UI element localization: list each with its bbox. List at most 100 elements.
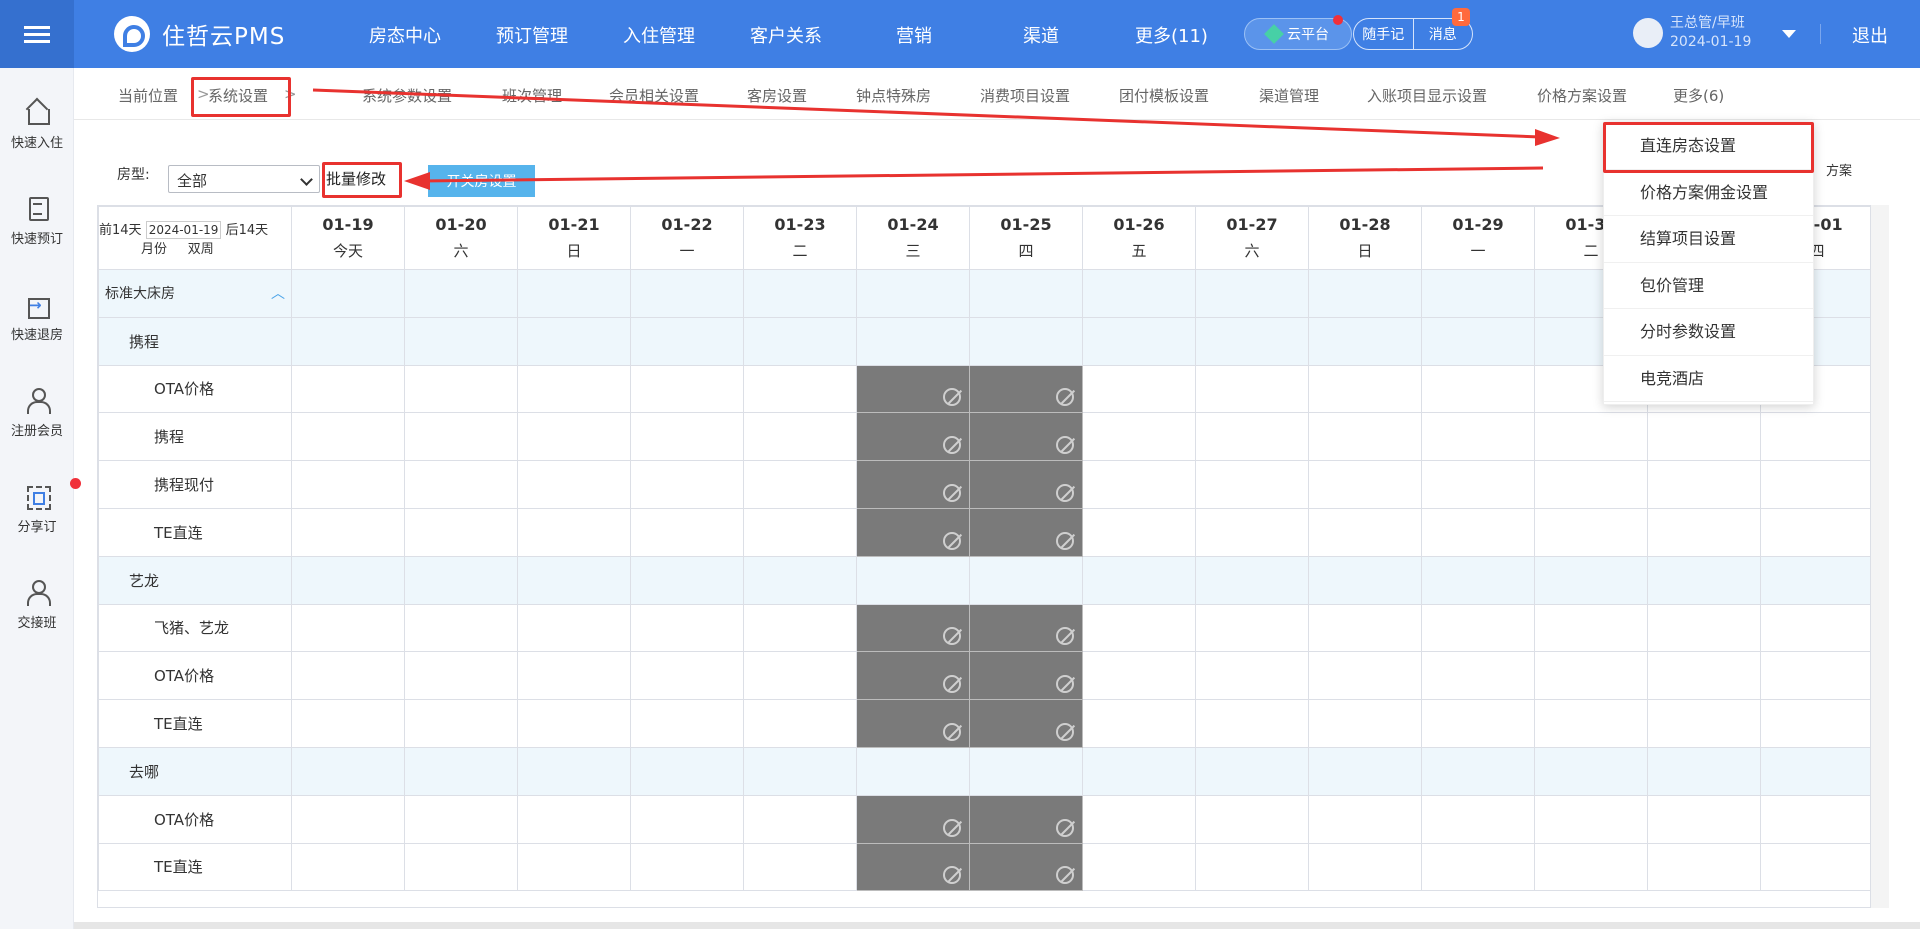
grid-cell[interactable] xyxy=(1760,842,1870,892)
nav-channel[interactable]: 渠道 xyxy=(1023,22,1059,48)
grid-cell[interactable] xyxy=(1647,412,1761,462)
grid-cell[interactable] xyxy=(969,746,1083,796)
blocked-cell[interactable] xyxy=(969,364,1083,414)
grid-cell[interactable] xyxy=(630,603,744,653)
grid-cell[interactable] xyxy=(1195,842,1309,892)
blocked-cell[interactable] xyxy=(969,794,1083,844)
grid-cell[interactable] xyxy=(743,651,857,701)
grid-cell[interactable] xyxy=(1760,603,1870,653)
grid-cell[interactable] xyxy=(1082,651,1196,701)
grid-cell[interactable] xyxy=(1308,507,1422,557)
subnav-consume[interactable]: 消费项目设置 xyxy=(980,85,1070,106)
grid-cell[interactable] xyxy=(1308,316,1422,366)
grid-cell[interactable] xyxy=(1195,364,1309,414)
grid-cell[interactable] xyxy=(517,842,631,892)
subnav-channel[interactable]: 渠道管理 xyxy=(1259,85,1319,106)
grid-cell[interactable] xyxy=(1647,460,1761,509)
grid-cell[interactable] xyxy=(743,699,857,748)
blocked-cell[interactable] xyxy=(856,842,970,892)
grid-cell[interactable] xyxy=(1534,651,1648,701)
grid-cell[interactable] xyxy=(743,364,857,414)
grid-cell[interactable] xyxy=(404,364,518,414)
month-toggle[interactable]: 月份 xyxy=(141,242,167,257)
grid-cell[interactable] xyxy=(1647,794,1761,844)
grid-cell[interactable] xyxy=(291,316,405,366)
user-info[interactable]: 王总管/早班 2024-01-19 xyxy=(1670,14,1751,52)
grid-cell[interactable] xyxy=(630,364,744,414)
grid-cell[interactable] xyxy=(1082,603,1196,653)
grid-cell[interactable] xyxy=(1760,651,1870,701)
grid-cell[interactable] xyxy=(743,412,857,462)
grid-cell[interactable] xyxy=(1534,794,1648,844)
grid-cell[interactable] xyxy=(1082,269,1196,318)
grid-cell[interactable] xyxy=(1534,555,1648,605)
grid-cell[interactable] xyxy=(404,269,518,318)
grid-scrollbar[interactable] xyxy=(1871,205,1889,908)
blocked-cell[interactable] xyxy=(969,507,1083,557)
grid-cell[interactable] xyxy=(1195,794,1309,844)
date-input[interactable]: 2024-01-19 xyxy=(145,221,222,239)
blocked-cell[interactable] xyxy=(856,794,970,844)
grid-cell[interactable] xyxy=(1195,460,1309,509)
grid-cell[interactable] xyxy=(291,794,405,844)
blocked-cell[interactable] xyxy=(969,651,1083,701)
grid-cell[interactable] xyxy=(743,460,857,509)
grid-cell[interactable] xyxy=(1082,316,1196,366)
grid-cell[interactable] xyxy=(1308,364,1422,414)
grid-cell[interactable] xyxy=(517,651,631,701)
grid-cell[interactable] xyxy=(1760,746,1870,796)
grid-cell[interactable] xyxy=(404,460,518,509)
sidebar-item-share[interactable]: 分享订 xyxy=(0,478,81,535)
grid-cell[interactable] xyxy=(291,507,405,557)
dropdown-item[interactable]: 结算项目设置 xyxy=(1604,216,1813,263)
grid-cell[interactable] xyxy=(1421,746,1535,796)
grid-cell[interactable] xyxy=(291,555,405,605)
blocked-cell[interactable] xyxy=(856,603,970,653)
grid-cell[interactable] xyxy=(856,746,970,796)
sidebar-item-checkin[interactable]: 快速入住 xyxy=(0,98,74,151)
grid-cell[interactable] xyxy=(1195,316,1309,366)
grid-cell[interactable] xyxy=(743,794,857,844)
subnav-system-params[interactable]: 系统参数设置 xyxy=(362,85,452,106)
chevron-down-icon[interactable] xyxy=(1782,30,1796,38)
grid-cell[interactable] xyxy=(1195,603,1309,653)
grid-cell[interactable] xyxy=(291,699,405,748)
grid-cell[interactable] xyxy=(1308,746,1422,796)
avatar[interactable] xyxy=(1633,18,1663,48)
grid-cell[interactable] xyxy=(1647,746,1761,796)
grid-cell[interactable] xyxy=(1082,507,1196,557)
dropdown-item[interactable]: 电竞酒店 xyxy=(1604,356,1813,402)
grid-cell[interactable] xyxy=(1421,507,1535,557)
sidebar-item-reserve[interactable]: 快速预订 xyxy=(0,194,74,247)
grid-cell[interactable] xyxy=(969,316,1083,366)
nav-crm[interactable]: 客户关系 xyxy=(750,22,822,48)
grid-cell[interactable] xyxy=(1421,555,1535,605)
grid-cell[interactable] xyxy=(1421,651,1535,701)
grid-cell[interactable] xyxy=(517,746,631,796)
subnav-billing-display[interactable]: 入账项目显示设置 xyxy=(1367,85,1487,106)
grid-cell[interactable] xyxy=(517,412,631,462)
grid-cell[interactable] xyxy=(404,555,518,605)
grid-cell[interactable] xyxy=(630,699,744,748)
sidebar-item-checkout[interactable]: 快速退房 xyxy=(0,290,74,343)
grid-cell[interactable] xyxy=(1308,699,1422,748)
grid-cell[interactable] xyxy=(630,412,744,462)
grid-cell[interactable] xyxy=(1082,842,1196,892)
grid-cell[interactable] xyxy=(517,794,631,844)
nav-more[interactable]: 更多(11) xyxy=(1135,22,1208,48)
grid-cell[interactable] xyxy=(291,460,405,509)
grid-cell[interactable] xyxy=(969,555,1083,605)
grid-cell[interactable] xyxy=(517,555,631,605)
grid-cell[interactable] xyxy=(1647,842,1761,892)
grid-cell[interactable] xyxy=(404,603,518,653)
grid-cell[interactable] xyxy=(1195,269,1309,318)
grid-cell[interactable] xyxy=(404,699,518,748)
grid-cell[interactable] xyxy=(291,269,405,318)
grid-cell[interactable] xyxy=(404,316,518,366)
grid-cell[interactable] xyxy=(1195,651,1309,701)
grid-cell[interactable] xyxy=(291,651,405,701)
blocked-cell[interactable] xyxy=(856,460,970,509)
grid-cell[interactable] xyxy=(856,555,970,605)
subnav-group-template[interactable]: 团付模板设置 xyxy=(1119,85,1209,106)
grid-cell[interactable] xyxy=(1308,651,1422,701)
